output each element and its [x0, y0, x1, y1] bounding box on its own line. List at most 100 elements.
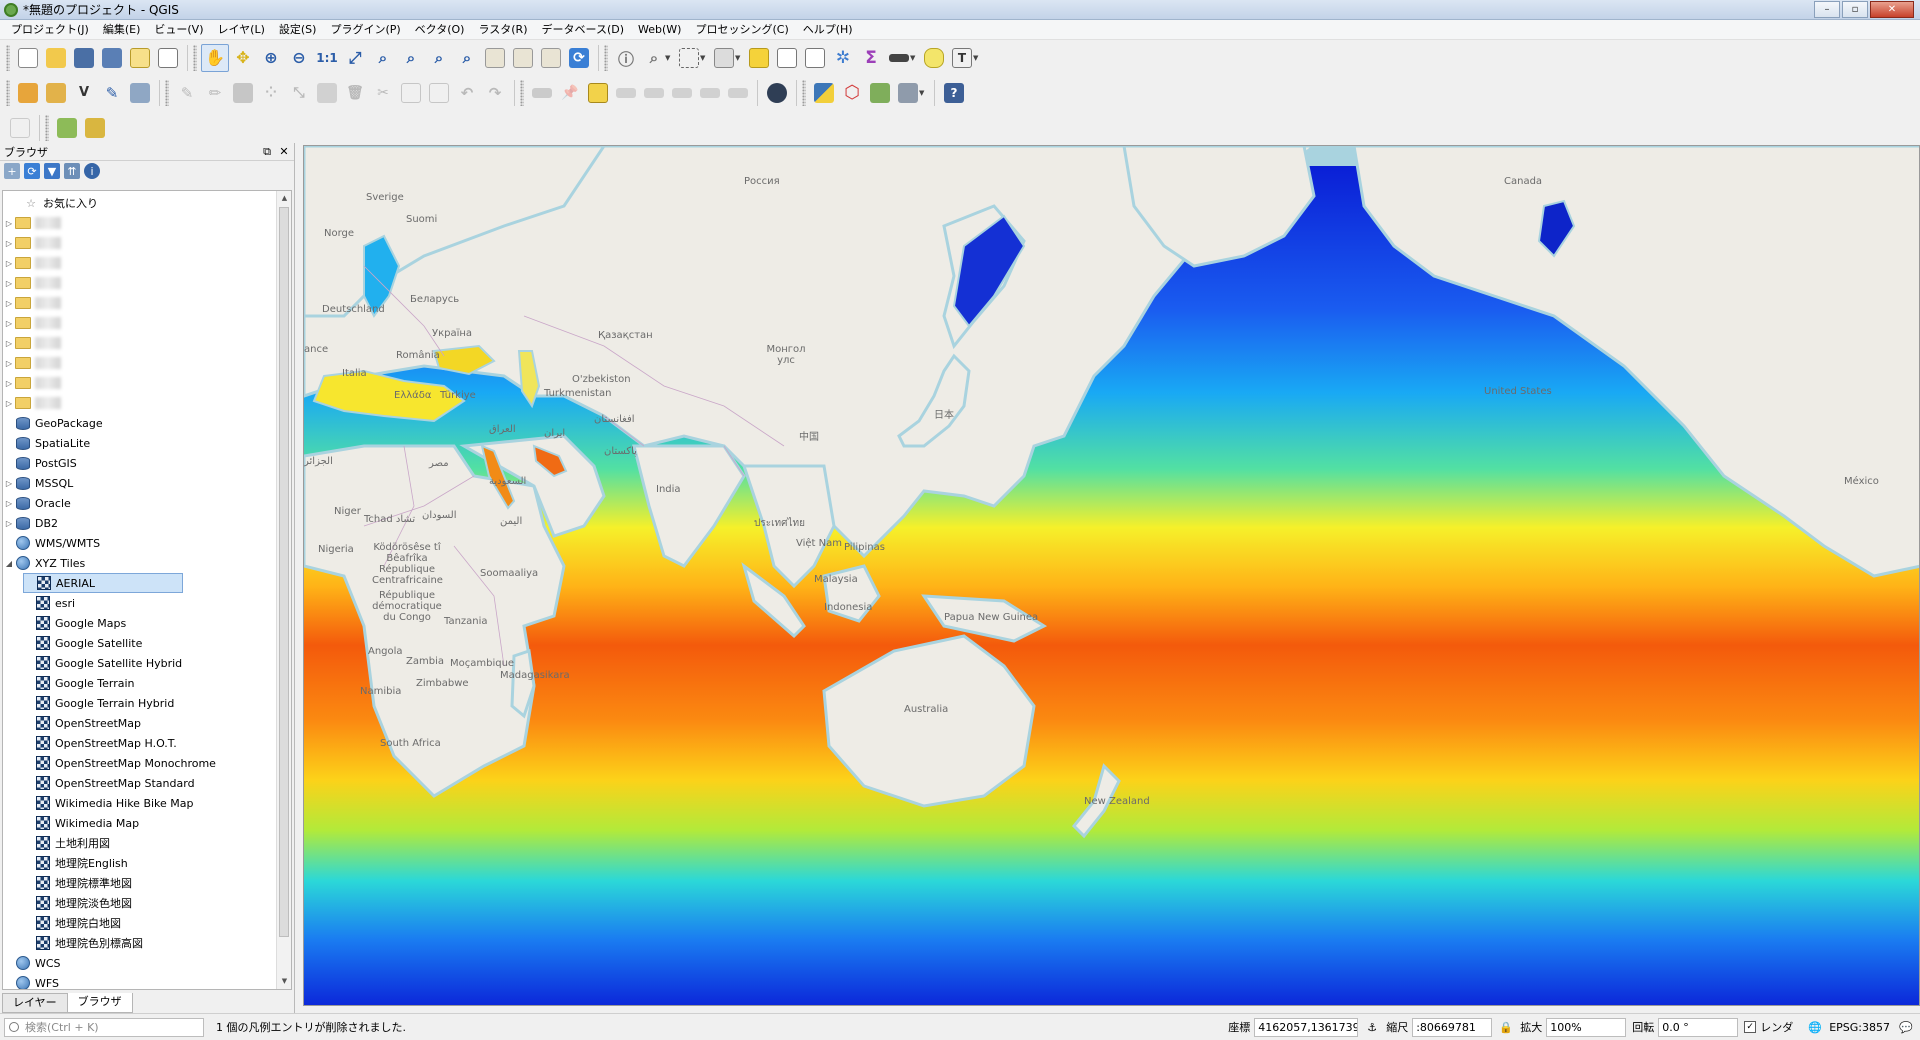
zoom-native-button[interactable]: 1:1: [313, 44, 341, 72]
tree-item-xyz-tiles[interactable]: ◢ XYZ Tiles: [3, 553, 85, 573]
expand-arrow-icon[interactable]: ◢: [3, 559, 15, 568]
tree-item-folder[interactable]: ▷: [3, 293, 61, 313]
new-geopackage-button[interactable]: [42, 79, 70, 107]
expand-arrow-icon[interactable]: ▷: [3, 379, 15, 388]
zoom-in-button[interactable]: ⊕: [257, 44, 285, 72]
text-annotation-button[interactable]: T: [948, 44, 976, 72]
layout-manager-button[interactable]: [154, 44, 182, 72]
tree-item-db2[interactable]: ▷ DB2: [3, 513, 58, 533]
tree-item-folder[interactable]: ▷: [3, 353, 61, 373]
add-selected-layers-icon[interactable]: +: [4, 163, 20, 179]
close-button[interactable]: ✕: [1870, 1, 1914, 18]
scroll-thumb[interactable]: [279, 207, 289, 937]
show-bookmarks-button[interactable]: [509, 44, 537, 72]
collapse-all-icon[interactable]: ⇈: [64, 163, 80, 179]
layer-styling-button[interactable]: [866, 79, 894, 107]
toolbar-handle[interactable]: [802, 79, 806, 106]
expand-arrow-icon[interactable]: ▷: [3, 479, 15, 488]
tree-item-folder[interactable]: ▷: [3, 233, 61, 253]
georeferencer-button[interactable]: [6, 114, 34, 142]
zoom-out-button[interactable]: ⊖: [285, 44, 313, 72]
tree-item-wms-wmts[interactable]: WMS/WMTS: [3, 533, 100, 553]
expand-arrow-icon[interactable]: ▷: [3, 499, 15, 508]
scroll-down-arrow[interactable]: ▼: [277, 974, 291, 989]
xyz-tile-item[interactable]: OpenStreetMap: [23, 713, 141, 733]
statistics-button[interactable]: Σ: [857, 44, 885, 72]
properties-icon[interactable]: i: [84, 163, 100, 179]
measure-dropdown[interactable]: ▼: [910, 54, 918, 62]
help-button[interactable]: ?: [940, 79, 968, 107]
minimize-button[interactable]: –: [1814, 1, 1840, 18]
messages-icon[interactable]: 💬: [1898, 1019, 1914, 1035]
tree-item-oracle[interactable]: ▷ Oracle: [3, 493, 71, 513]
toolbar-handle[interactable]: [193, 44, 197, 71]
vertex-tool-button[interactable]: ⤡: [285, 79, 313, 107]
toolbar-handle[interactable]: [6, 44, 10, 71]
select-features-button[interactable]: [710, 44, 738, 72]
expand-arrow-icon[interactable]: ▷: [3, 399, 15, 408]
menu-processing[interactable]: プロセッシング(C): [688, 20, 795, 40]
modify-attributes-button[interactable]: [313, 79, 341, 107]
zoom-next-button[interactable]: ⌕: [453, 44, 481, 72]
show-hide-labels-button[interactable]: [724, 79, 752, 107]
refresh-icon[interactable]: ⟳: [24, 163, 40, 179]
identify-button[interactable]: ⓘ: [612, 44, 640, 72]
tab-browser[interactable]: ブラウザ: [66, 993, 133, 1013]
new-project-button[interactable]: [14, 44, 42, 72]
map-tips-button[interactable]: [920, 44, 948, 72]
new-print-layout-button[interactable]: [126, 44, 154, 72]
menu-raster[interactable]: ラスタ(R): [471, 20, 534, 40]
expand-arrow-icon[interactable]: ▷: [3, 319, 15, 328]
xyz-tile-item[interactable]: 土地利用図: [23, 833, 110, 853]
move-label-button[interactable]: [612, 79, 640, 107]
tree-item-folder[interactable]: ▷: [3, 313, 61, 333]
expand-arrow-icon[interactable]: ▷: [3, 359, 15, 368]
scale-field[interactable]: :80669781: [1412, 1017, 1493, 1037]
toolbar-handle[interactable]: [520, 79, 524, 106]
globe-plugin-button[interactable]: [763, 79, 791, 107]
data-source-manager-button[interactable]: [14, 79, 42, 107]
tree-item-spatialite[interactable]: SpatiaLite: [3, 433, 90, 453]
xyz-tile-item[interactable]: 地理院白地図: [23, 913, 121, 933]
tree-item-folder[interactable]: ▷: [3, 333, 61, 353]
save-project-button[interactable]: [70, 44, 98, 72]
undo-button[interactable]: ↶: [453, 79, 481, 107]
label-properties-button[interactable]: [696, 79, 724, 107]
tree-item-postgis[interactable]: PostGIS: [3, 453, 77, 473]
scroll-up-arrow[interactable]: ▲: [277, 191, 291, 206]
magnify-field[interactable]: 100%: [1546, 1017, 1627, 1037]
highlight-label-button[interactable]: [584, 79, 612, 107]
delete-selected-button[interactable]: 🗑: [341, 79, 369, 107]
cut-button[interactable]: ✂: [369, 79, 397, 107]
xyz-tile-item[interactable]: Google Satellite: [23, 633, 142, 653]
current-edits-button[interactable]: ✎: [173, 79, 201, 107]
close-panel-icon[interactable]: ✕: [277, 145, 291, 158]
attribute-table-button[interactable]: [773, 44, 801, 72]
deselect-button[interactable]: [745, 44, 773, 72]
zoom-to-layer-button[interactable]: ⌕: [397, 44, 425, 72]
expand-arrow-icon[interactable]: ▷: [3, 279, 15, 288]
tree-item-folder[interactable]: ▷: [3, 213, 61, 233]
menu-view[interactable]: ビュー(V): [147, 20, 210, 40]
change-label-button[interactable]: [668, 79, 696, 107]
hexagon-plugin-button[interactable]: ⬡: [838, 79, 866, 107]
processing-toolbox-button[interactable]: ✲: [829, 44, 857, 72]
plugin-b-button[interactable]: [81, 114, 109, 142]
tree-item-folder[interactable]: ▷: [3, 253, 61, 273]
toolbar-handle[interactable]: [6, 79, 10, 106]
xyz-tile-item[interactable]: OpenStreetMap H.O.T.: [23, 733, 177, 753]
toggle-extents-icon[interactable]: ⚓: [1364, 1019, 1380, 1035]
menu-database[interactable]: データベース(D): [535, 20, 632, 40]
pin-label-button[interactable]: 📌: [556, 79, 584, 107]
copy-button[interactable]: [397, 79, 425, 107]
tree-item-wfs[interactable]: WFS: [3, 973, 59, 989]
menu-project[interactable]: プロジェクト(J): [4, 20, 96, 40]
tree-item-folder[interactable]: ▷: [3, 393, 61, 413]
crs-icon[interactable]: 🌐: [1807, 1019, 1823, 1035]
menu-plugins[interactable]: プラグイン(P): [323, 20, 407, 40]
xyz-tile-item[interactable]: 地理院淡色地図: [23, 893, 132, 913]
xyz-tile-item[interactable]: 地理院色別標高図: [23, 933, 143, 953]
expand-arrow-icon[interactable]: ▷: [3, 259, 15, 268]
select-features-dropdown[interactable]: ▼: [735, 54, 743, 62]
expand-arrow-icon[interactable]: ▷: [3, 299, 15, 308]
